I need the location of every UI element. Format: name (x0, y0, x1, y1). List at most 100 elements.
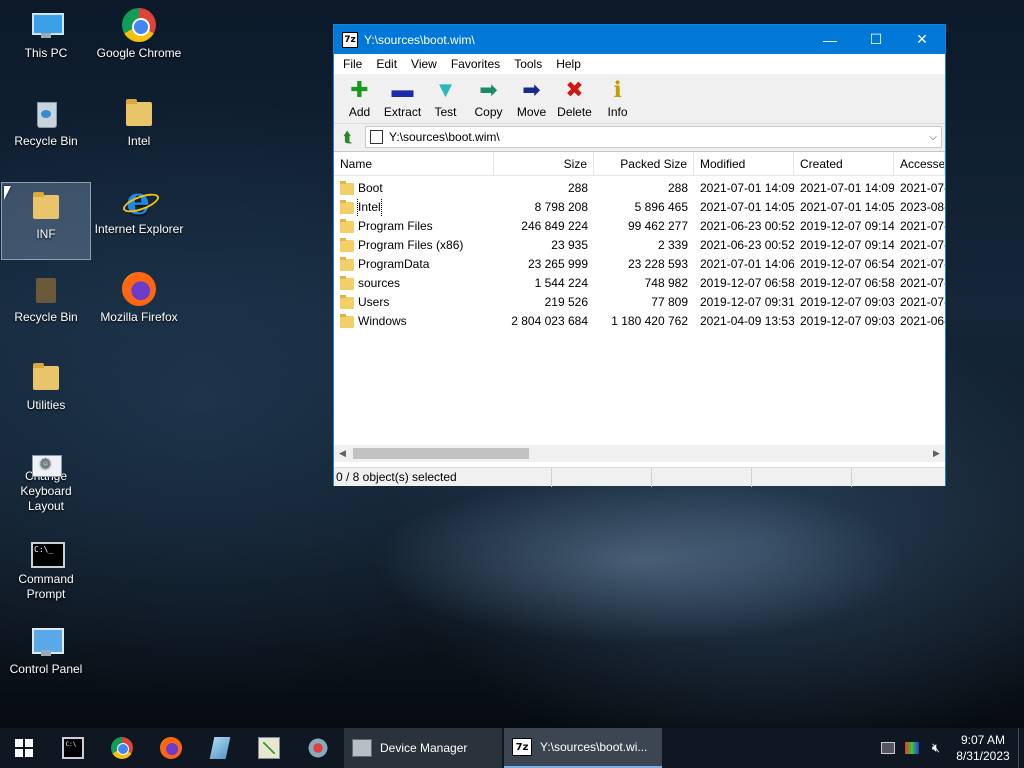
maximize-button[interactable]: ☐ (853, 25, 899, 54)
scroll-thumb[interactable] (353, 448, 529, 459)
desktop-icon-utilities[interactable]: Utilities (1, 354, 91, 432)
taskbar-task-7zip[interactable]: 7z Y:\sources\boot.wi... (504, 728, 662, 768)
column-header-name[interactable]: Name (334, 152, 494, 176)
table-row[interactable]: Intel 8 798 208 5 896 465 2021-07-01 14:05 2… (334, 198, 945, 217)
cell-created: 2019-12-07 06:58 (800, 276, 894, 290)
desktop-icon-google-chrome[interactable]: Google Chrome (94, 2, 184, 80)
this-pc-icon (29, 8, 64, 42)
column-header-created[interactable]: Created (794, 152, 894, 176)
task-label: Y:\sources\boot.wi... (540, 740, 648, 754)
add-button[interactable]: ✚ Add (338, 74, 381, 122)
taskbar-tools[interactable] (293, 728, 342, 768)
display-color-icon[interactable] (900, 728, 924, 768)
desktop-icon-control-panel[interactable]: Control Panel (1, 618, 91, 696)
desktop-icon-internet-explorer[interactable]: Internet Explorer (94, 178, 184, 256)
copy-button[interactable]: ➡ Copy (467, 74, 510, 122)
taskbar-command-prompt[interactable] (48, 728, 97, 768)
menu-tools[interactable]: Tools (507, 57, 549, 71)
file-name: Boot (358, 181, 383, 195)
extract-button[interactable]: ▬ Extract (381, 74, 424, 122)
network-icon[interactable] (876, 728, 900, 768)
column-header-size[interactable]: Size (494, 152, 594, 176)
cell-accessed: 2021-07- (900, 276, 945, 290)
cell-packed-size: 23 228 593 (627, 257, 688, 271)
keyboard-settings-icon (29, 448, 63, 477)
taskbar-notepad[interactable] (244, 728, 293, 768)
table-row[interactable]: ProgramData 23 265 999 23 228 593 2021-07-0… (334, 255, 945, 274)
menu-help[interactable]: Help (549, 57, 588, 71)
desktop-icon-label: Internet Explorer (94, 222, 184, 236)
taskbar-glass-app[interactable] (195, 728, 244, 768)
desktop-icon-intel[interactable]: Intel (94, 90, 184, 168)
menu-favorites[interactable]: Favorites (444, 57, 507, 71)
scroll-right-icon[interactable]: ▶ (928, 448, 945, 459)
desktop-icon-label: Google Chrome (96, 46, 182, 60)
desktop-icon-label: Control Panel (9, 662, 83, 676)
cell-modified: 2019-12-07 06:58 (700, 276, 794, 290)
desktop-icon-mozilla-firefox[interactable]: Mozilla Firefox (94, 266, 184, 344)
taskbar-chrome[interactable] (97, 728, 146, 768)
folder-up-button[interactable]: ⮬ (337, 126, 359, 148)
table-row[interactable]: sources 1 544 224 748 982 2019-12-07 06:58 2… (334, 274, 945, 293)
table-row[interactable]: Users 219 526 77 809 2019-12-07 09:31 2019-1… (334, 293, 945, 312)
desktop-icon-change-keyboard-layout[interactable]: Change Keyboard Layout (1, 442, 91, 514)
move-button[interactable]: ➡ Move (510, 74, 553, 122)
cell-accessed: 2021-07- (900, 181, 945, 195)
minimize-button[interactable]: — (807, 25, 853, 54)
delete-icon: ✖ (565, 77, 584, 102)
taskbar-firefox[interactable] (146, 728, 195, 768)
clock-time: 9:07 AM (960, 733, 1006, 747)
cell-packed-size: 5 896 465 (634, 200, 688, 214)
cell-created: 2021-07-01 14:05 (800, 200, 894, 214)
horizontal-scrollbar[interactable]: ◀ ▶ (334, 445, 945, 462)
test-button[interactable]: ▼ Test (424, 74, 467, 122)
firefox-icon (159, 737, 182, 759)
cell-size: 23 935 (551, 238, 588, 252)
desktop-icon-label: Mozilla Firefox (100, 310, 178, 324)
desktop-icon-recycle-bin[interactable]: Recycle Bin (1, 90, 91, 168)
desktop-icon-label: Recycle Bin (14, 134, 78, 148)
folder-icon (340, 275, 354, 290)
scroll-left-icon[interactable]: ◀ (334, 448, 351, 459)
table-row[interactable]: Windows 2 804 023 684 1 180 420 762 2021-04… (334, 312, 945, 331)
column-header-packed-size[interactable]: Packed Size (594, 152, 694, 176)
menu-file[interactable]: File (336, 57, 369, 71)
info-button[interactable]: ℹ Info (596, 74, 639, 122)
table-row[interactable]: Program Files 246 849 224 99 462 277 2021-0… (334, 217, 945, 236)
folder-icon (340, 199, 354, 214)
column-header-accessed[interactable]: Accesse (894, 152, 945, 176)
cell-name: Intel (334, 198, 494, 217)
show-desktop-button[interactable] (1018, 728, 1024, 768)
scroll-track[interactable] (351, 445, 928, 462)
taskbar-task-device-manager[interactable]: Device Manager (344, 728, 502, 768)
file-list[interactable]: Name Size Packed Size Modified Created A… (334, 151, 945, 467)
column-header-modified[interactable]: Modified (694, 152, 794, 176)
desktop-icon-recycle-bin-2[interactable]: Recycle Bin (1, 266, 91, 344)
cell-packed-size: 288 (667, 181, 688, 195)
delete-button[interactable]: ✖ Delete (553, 74, 596, 122)
folder-icon (340, 256, 354, 271)
mouse-cursor-icon (4, 186, 11, 200)
desktop-icon-this-pc[interactable]: This PC (1, 2, 91, 80)
table-row[interactable]: Boot 288 288 2021-07-01 14:09 2021-07-01 14:… (334, 179, 945, 198)
start-button[interactable] (0, 728, 48, 768)
address-text[interactable]: Y:\sources\boot.wim\ (389, 130, 925, 144)
close-button[interactable]: ✕ (899, 25, 945, 54)
cell-packed-size: 748 982 (644, 276, 688, 290)
cell-name: Windows (334, 312, 494, 331)
clock[interactable]: 9:07 AM 8/31/2023 (948, 728, 1018, 768)
chevron-down-icon[interactable]: ⌵ (925, 132, 941, 143)
address-combobox[interactable]: Y:\sources\boot.wim\ ⌵ (365, 126, 942, 148)
table-row[interactable]: Program Files (x86) 23 935 2 339 2021-06-23… (334, 236, 945, 255)
cell-accessed: 2021-06- (900, 314, 945, 328)
add-label: Add (348, 105, 371, 119)
speaker-muted-icon[interactable]: 🔇︎ (924, 728, 948, 768)
menu-bar: File Edit View Favorites Tools Help (334, 54, 945, 74)
7zip-window[interactable]: 7z Y:\sources\boot.wim\ — ☐ ✕ File Edit … (333, 24, 946, 487)
cell-created: 2019-12-07 09:14 (800, 238, 894, 252)
menu-view[interactable]: View (404, 57, 444, 71)
desktop-icon-command-prompt[interactable]: Command Prompt (1, 530, 91, 602)
desktop-icon-inf[interactable]: INF (1, 182, 91, 260)
title-bar[interactable]: 7z Y:\sources\boot.wim\ — ☐ ✕ (334, 25, 945, 54)
menu-edit[interactable]: Edit (369, 57, 404, 71)
